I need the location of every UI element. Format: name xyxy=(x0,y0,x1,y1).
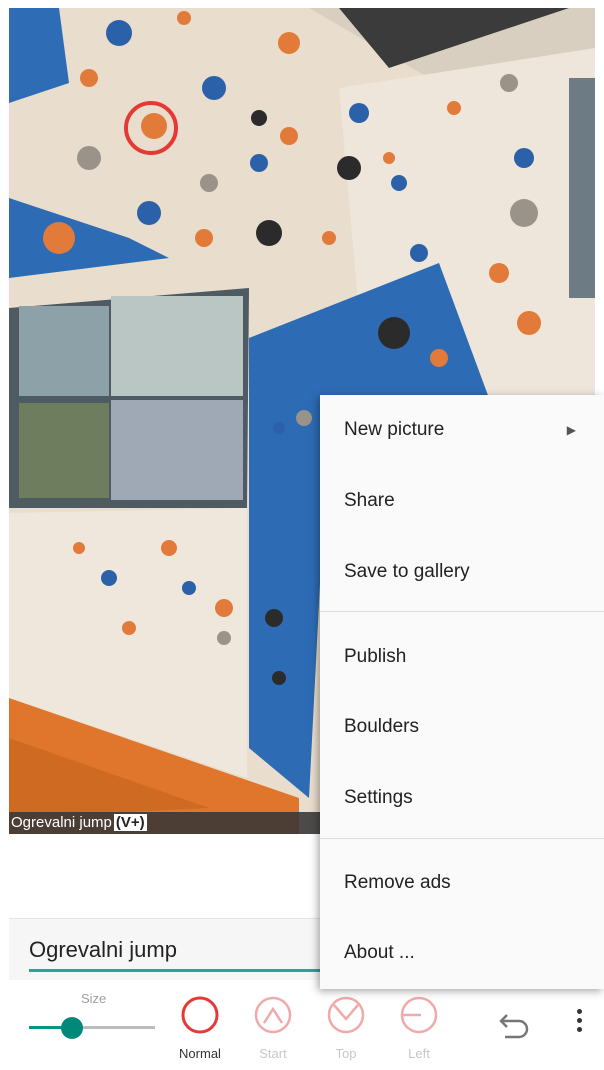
menu-divider xyxy=(320,611,604,612)
route-caption-name: Ogrevalni jump xyxy=(11,814,112,831)
mode-start-button[interactable]: Start xyxy=(245,995,301,1065)
mode-start-label: Start xyxy=(259,1046,287,1061)
menu-item-label: Publish xyxy=(344,646,407,667)
size-label: Size xyxy=(81,991,107,1006)
circle-icon xyxy=(181,996,219,1034)
start-hold-icon xyxy=(254,996,292,1034)
menu-item-share[interactable]: Share xyxy=(320,466,604,536)
mode-top-button[interactable]: Top xyxy=(318,995,374,1065)
submenu-arrow-icon: ▶ xyxy=(566,423,576,437)
menu-item-label: About ... xyxy=(344,942,415,963)
undo-icon[interactable] xyxy=(493,1003,537,1047)
menu-item-label: New picture xyxy=(344,419,445,440)
menu-item-save-to-gallery[interactable]: Save to gallery xyxy=(320,537,604,607)
mode-left-button[interactable]: Left xyxy=(391,995,447,1065)
mode-normal-label: Normal xyxy=(179,1046,221,1061)
menu-item-publish[interactable]: Publish xyxy=(320,622,604,692)
menu-item-boulders[interactable]: Boulders xyxy=(320,692,604,762)
menu-item-new-picture[interactable]: New picture ▶ xyxy=(320,395,604,465)
top-hold-icon xyxy=(327,996,365,1034)
size-slider-thumb[interactable] xyxy=(60,1017,83,1039)
menu-item-label: Settings xyxy=(344,787,413,808)
size-slider[interactable] xyxy=(29,1017,155,1039)
overflow-menu: New picture ▶ Share Save to gallery Publ… xyxy=(320,395,604,989)
app-screen: Ogrevalni jump(V+) Size Normal Start xyxy=(0,0,604,1070)
menu-item-label: Remove ads xyxy=(344,872,451,893)
menu-item-label: Boulders xyxy=(344,716,419,737)
mode-normal-button[interactable]: Normal xyxy=(172,995,228,1065)
mode-left-label: Left xyxy=(408,1046,430,1061)
menu-item-remove-ads[interactable]: Remove ads xyxy=(320,848,604,918)
menu-divider xyxy=(320,838,604,839)
menu-item-about[interactable]: About ... xyxy=(320,918,604,988)
menu-item-settings[interactable]: Settings xyxy=(320,763,604,833)
menu-item-label: Share xyxy=(344,490,395,511)
bottom-toolbar: Size Normal Start Top Left xyxy=(9,983,595,1070)
route-caption-grade: (V+) xyxy=(113,814,147,831)
left-hand-icon xyxy=(400,996,438,1034)
menu-item-label: Save to gallery xyxy=(344,561,470,582)
more-vert-icon[interactable] xyxy=(569,1005,589,1045)
mode-top-label: Top xyxy=(335,1046,357,1061)
